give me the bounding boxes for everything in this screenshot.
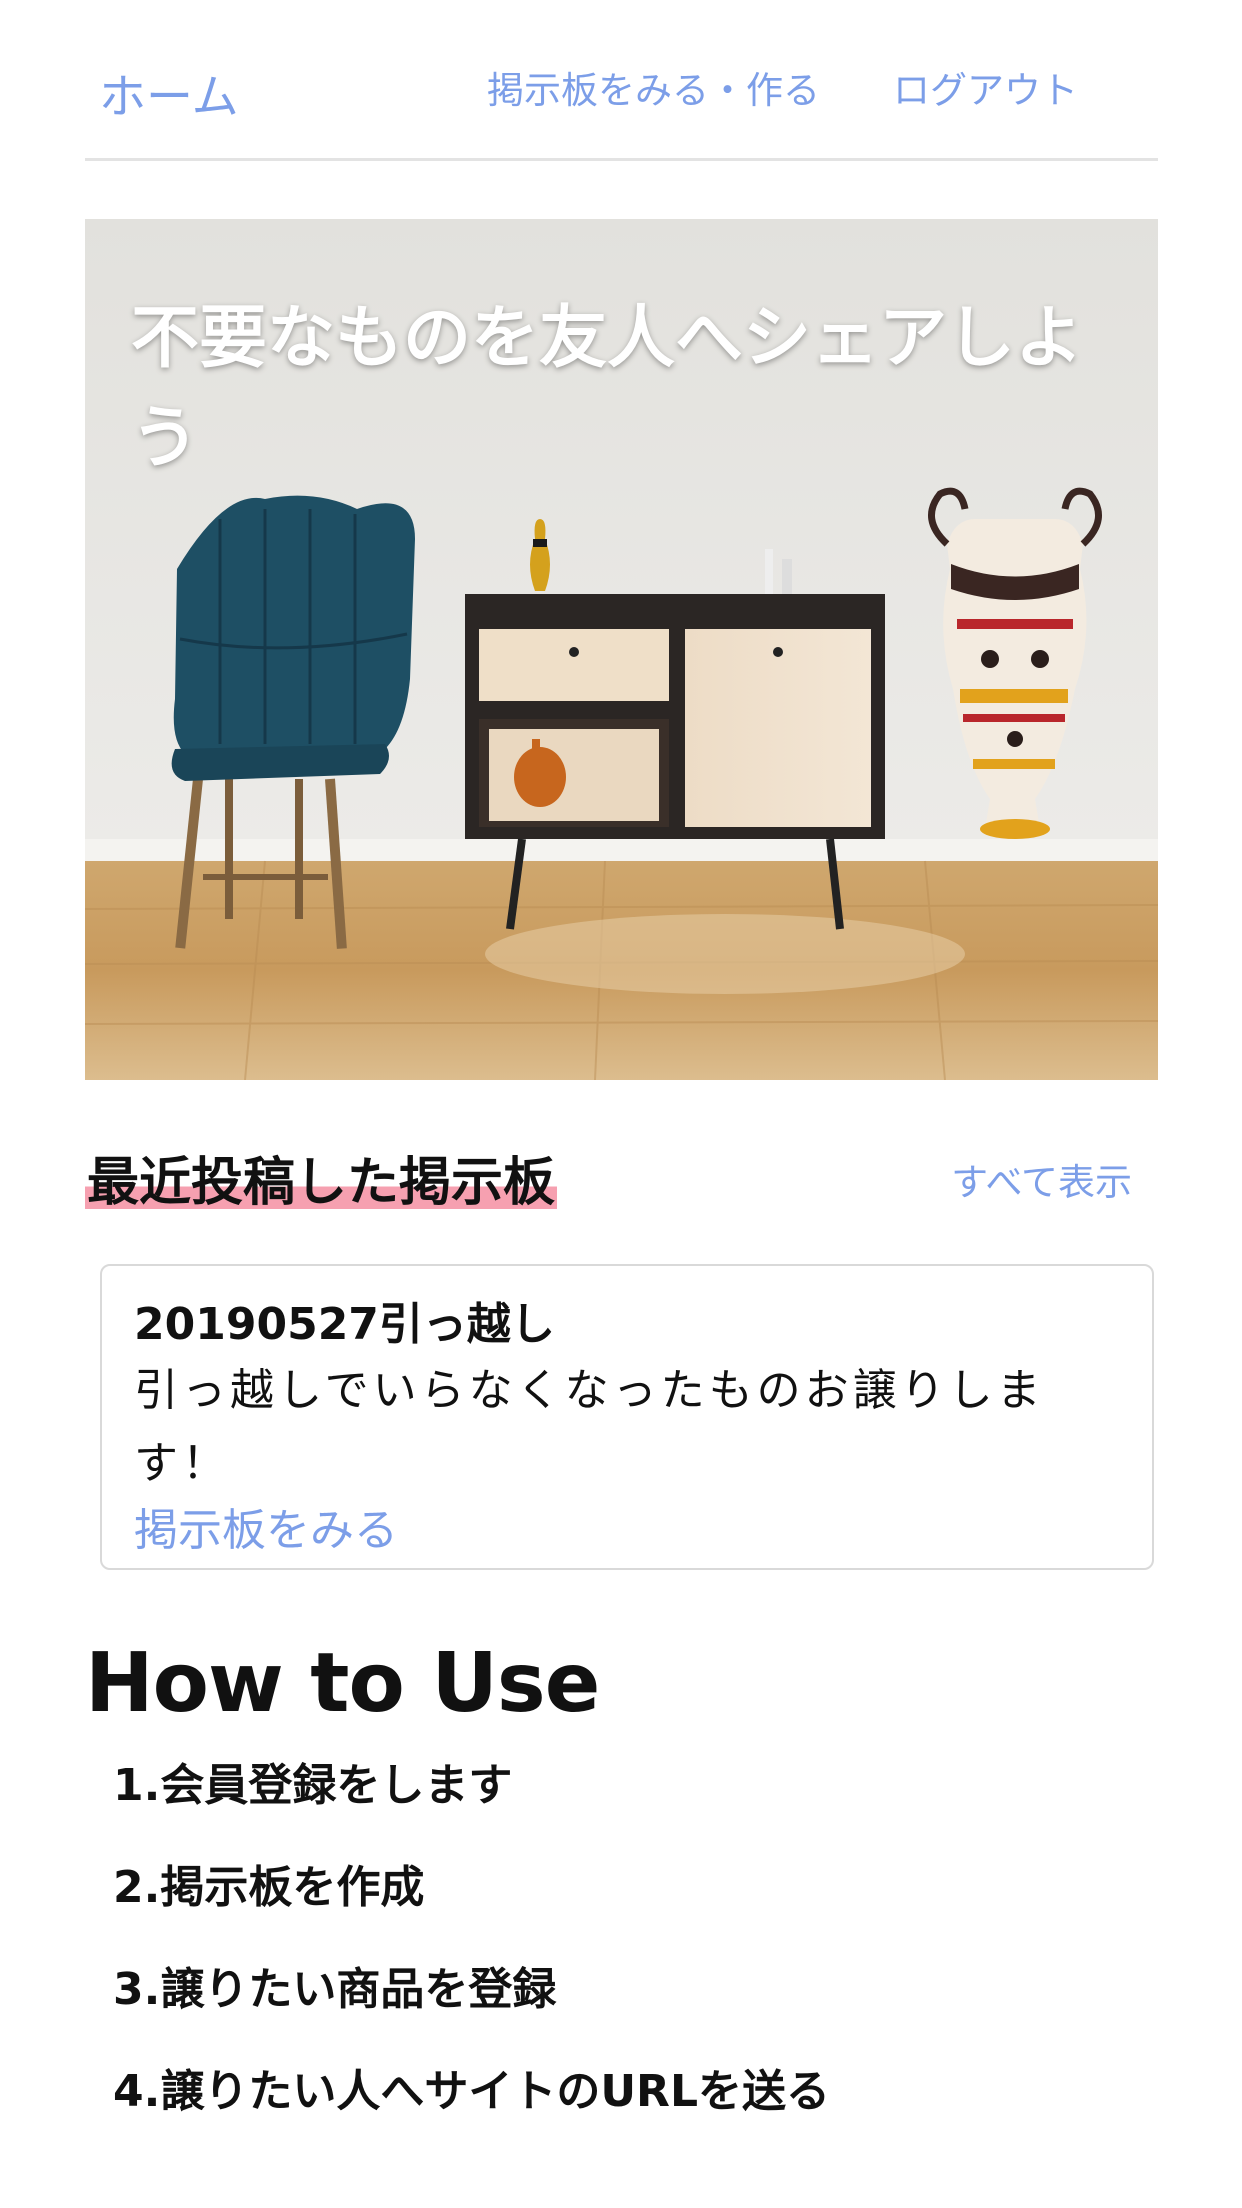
hero-banner: 不要なものを友人へシェアしよう bbox=[85, 219, 1158, 1080]
recent-boards-title: 最近投稿した掲示板 bbox=[85, 1140, 558, 1215]
how-to-use-title: How to Use bbox=[85, 1636, 600, 1731]
nav-boards-link[interactable]: 掲示板をみる・作る bbox=[487, 60, 820, 114]
board-card-title: 20190527引っ越し bbox=[134, 1299, 555, 1350]
step-item: 4.譲りたい人へサイトのURLを送る bbox=[113, 2066, 830, 2117]
step-item: 1.会員登録をします bbox=[113, 1760, 513, 1811]
top-nav: ホーム 掲示板をみる・作る ログアウト bbox=[85, 0, 1158, 161]
show-all-link[interactable]: すべて表示 bbox=[951, 1152, 1132, 1206]
how-to-use-steps: 1.会員登録をします 2.掲示板を作成 3.譲りたい商品を登録 4.譲りたい人へ… bbox=[113, 1760, 830, 2168]
board-card-description: 引っ越しでいらなくなったものお譲りします！ bbox=[134, 1365, 1045, 1489]
board-card: 20190527引っ越し 引っ越しでいらなくなったものお譲りします！ 掲示板をみ… bbox=[100, 1264, 1154, 1570]
step-item: 3.譲りたい商品を登録 bbox=[113, 1964, 557, 2015]
hero-title: 不要なものを友人へシェアしよう bbox=[131, 299, 1084, 478]
nav-home-link[interactable]: ホーム bbox=[99, 58, 239, 127]
recent-boards-header: 最近投稿した掲示板 すべて表示 bbox=[85, 1134, 1158, 1215]
view-board-link[interactable]: 掲示板をみる bbox=[134, 1494, 398, 1558]
nav-logout-link[interactable]: ログアウト bbox=[893, 60, 1078, 114]
step-item: 2.掲示板を作成 bbox=[113, 1862, 425, 1913]
page: ホーム 掲示板をみる・作る ログアウト 不要なものを友人へシェアしよう 最近投稿… bbox=[85, 0, 1158, 2117]
